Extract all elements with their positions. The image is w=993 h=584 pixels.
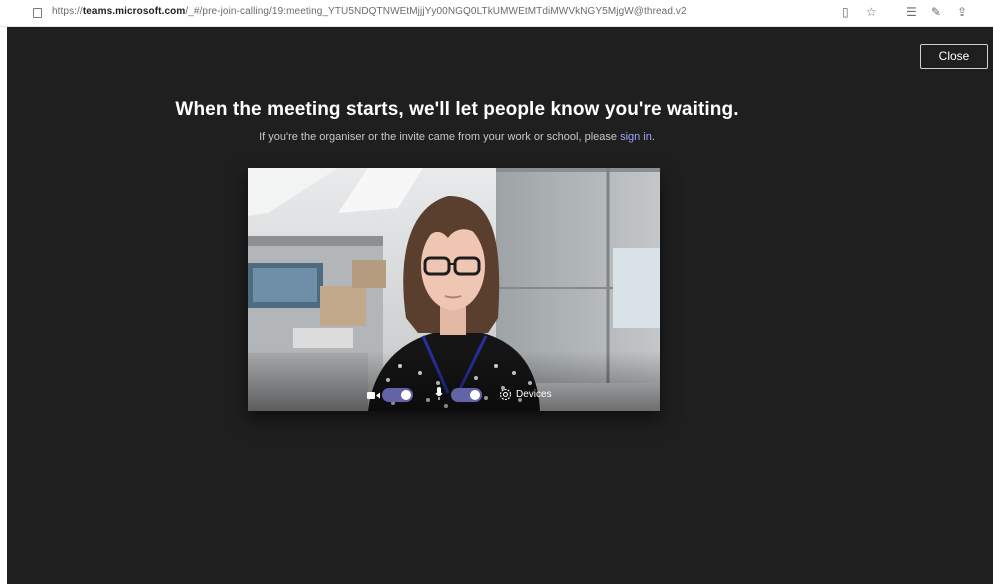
url-path: /_#/pre-join-calling/19:meeting_YTU5NDQT… xyxy=(185,6,687,17)
subtitle-suffix: . xyxy=(651,131,655,143)
device-controls: Devices xyxy=(248,381,660,411)
sign-in-link[interactable]: sign in xyxy=(620,131,652,143)
pen-icon[interactable]: ✎ xyxy=(931,4,941,20)
close-button[interactable]: Close xyxy=(920,44,988,69)
favorites-list-icon[interactable]: ☰ xyxy=(906,4,917,20)
microphone-toggle-knob xyxy=(470,390,480,400)
camera-feed xyxy=(248,168,660,411)
microphone-icon[interactable] xyxy=(435,387,443,401)
camera-icon[interactable] xyxy=(367,391,380,400)
video-preview: Devices xyxy=(248,168,660,411)
reading-view-icon[interactable]: ▯ xyxy=(842,4,849,20)
microphone-toggle[interactable] xyxy=(451,388,482,402)
subtitle-prefix: If you're the organiser or the invite ca… xyxy=(259,131,621,143)
address-bar[interactable]: https://teams.microsoft.com/_#/pre-join-… xyxy=(52,6,687,17)
prejoin-stage: Close When the meeting starts, we'll let… xyxy=(7,27,993,584)
url-prefix: https:// xyxy=(52,6,83,17)
browser-toolbar: https://teams.microsoft.com/_#/pre-join-… xyxy=(0,0,993,27)
waiting-title: When the meeting starts, we'll let peopl… xyxy=(175,99,739,120)
camera-toggle[interactable] xyxy=(382,388,413,402)
page-icon xyxy=(33,8,42,18)
gear-icon[interactable] xyxy=(499,388,512,401)
url-host: teams.microsoft.com xyxy=(82,6,186,17)
devices-button[interactable]: Devices xyxy=(516,389,552,400)
favorite-icon[interactable]: ☆ xyxy=(866,4,877,20)
waiting-subtitle: If you're the organiser or the invite ca… xyxy=(7,131,907,143)
share-icon[interactable]: ⇪ xyxy=(957,4,967,20)
camera-toggle-knob xyxy=(401,390,411,400)
